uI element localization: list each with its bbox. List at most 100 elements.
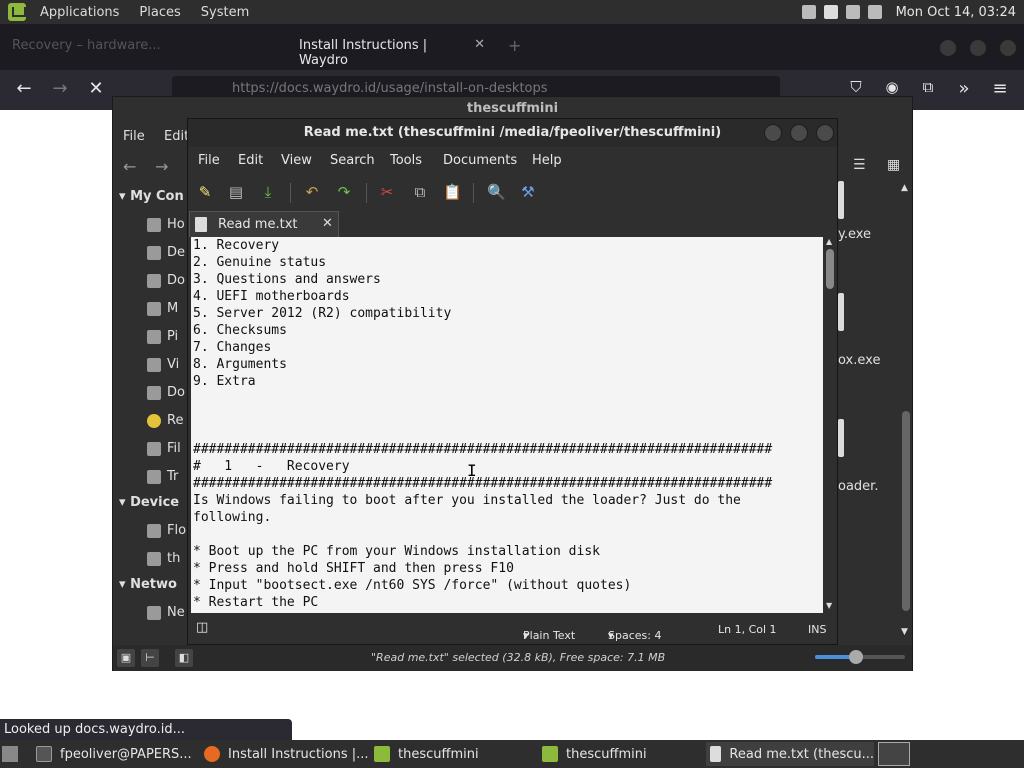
menu-applications[interactable]: Applications bbox=[32, 0, 131, 24]
open-icon[interactable]: ▤ bbox=[227, 183, 245, 201]
copy-icon[interactable]: ⧉ bbox=[411, 183, 429, 201]
sidebar-item-usb-drive[interactable]: th bbox=[147, 551, 180, 566]
text-area[interactable]: 1. Recovery 2. Genuine status 3. Questio… bbox=[191, 237, 823, 613]
hamburger-menu-icon[interactable]: ≡ bbox=[990, 78, 1010, 99]
zoom-slider-knob[interactable] bbox=[848, 650, 863, 664]
shield-icon[interactable] bbox=[845, 5, 860, 19]
file-icon[interactable] bbox=[838, 293, 844, 331]
hide-sidebar-icon[interactable]: ◧ bbox=[175, 649, 193, 667]
maximize-window-icon[interactable] bbox=[790, 124, 808, 142]
sidebar-item-videos[interactable]: Vi bbox=[147, 357, 179, 372]
side-panel-icon[interactable]: ◫ bbox=[196, 620, 208, 635]
sidebar-item-home[interactable]: Ho bbox=[147, 217, 185, 232]
volume-icon[interactable] bbox=[867, 5, 882, 19]
paste-icon[interactable]: 📋 bbox=[443, 183, 462, 201]
new-tab-icon[interactable]: + bbox=[508, 36, 521, 55]
menu-tools[interactable]: Tools bbox=[390, 153, 422, 168]
sidebar-item-desktop[interactable]: De bbox=[147, 245, 185, 260]
fm-menu-file[interactable]: File bbox=[123, 129, 145, 144]
scrollbar-thumb[interactable] bbox=[826, 249, 834, 289]
editor-scrollbar[interactable]: ▲ ▼ bbox=[823, 237, 837, 613]
file-icon[interactable] bbox=[838, 419, 844, 457]
account-icon[interactable]: ◉ bbox=[882, 78, 902, 96]
network-icon[interactable] bbox=[801, 5, 816, 19]
back-icon[interactable]: ← bbox=[14, 78, 34, 99]
file-manager-scrollbar[interactable]: ▲ ▼ bbox=[900, 183, 912, 643]
menu-file[interactable]: File bbox=[198, 153, 220, 168]
forward-icon[interactable]: → bbox=[155, 157, 168, 176]
document-tab[interactable]: Read me.txt ✕ bbox=[189, 211, 339, 237]
fm-menu-edit[interactable]: Edit bbox=[164, 129, 189, 144]
extensions-icon[interactable]: ⧉ bbox=[918, 78, 938, 96]
pocket-icon[interactable]: ⛉ bbox=[846, 78, 866, 96]
taskbar-item-text-editor[interactable]: Read me.txt (thescu... bbox=[706, 742, 874, 766]
sidebar-item-documents[interactable]: Do bbox=[147, 273, 185, 288]
music-folder-icon bbox=[147, 301, 161, 316]
sidebar-item-downloads[interactable]: Do bbox=[147, 385, 185, 400]
scroll-down-icon[interactable]: ▼ bbox=[826, 601, 832, 610]
show-tree-icon[interactable]: ⊢ bbox=[141, 649, 159, 667]
menu-documents[interactable]: Documents bbox=[443, 153, 517, 168]
taskbar-item-file-manager-1[interactable]: thescuffmini bbox=[374, 742, 534, 766]
cut-icon[interactable]: ✂ bbox=[378, 183, 396, 201]
back-icon[interactable]: ← bbox=[123, 157, 136, 176]
menu-edit[interactable]: Edit bbox=[238, 153, 263, 168]
forward-icon[interactable]: → bbox=[50, 78, 70, 99]
new-document-icon[interactable]: ✎ bbox=[196, 183, 214, 201]
scroll-up-icon[interactable]: ▲ bbox=[901, 183, 908, 193]
close-tab-icon[interactable]: ✕ bbox=[322, 216, 333, 231]
sidebar-item-music[interactable]: M bbox=[147, 301, 178, 316]
sidebar-section-my-computer[interactable]: ▾ My Con bbox=[119, 189, 184, 204]
sidebar-item-trash[interactable]: Tr bbox=[147, 469, 178, 484]
text-editor-icon bbox=[710, 746, 722, 762]
taskbar: fpeoliver@PAPERS... Install Instructions… bbox=[0, 740, 1024, 768]
close-tab-icon[interactable]: ✕ bbox=[474, 37, 485, 52]
menu-search[interactable]: Search bbox=[330, 153, 375, 168]
menu-help[interactable]: Help bbox=[532, 153, 562, 168]
find-icon[interactable]: 🔍 bbox=[487, 183, 506, 201]
show-places-icon[interactable]: ▣ bbox=[117, 649, 135, 667]
clock[interactable]: Mon Oct 14, 03:24 bbox=[896, 5, 1016, 20]
file-label[interactable]: oader. bbox=[838, 479, 878, 494]
close-window-icon[interactable] bbox=[816, 124, 834, 142]
file-label[interactable]: y.exe bbox=[838, 227, 871, 242]
sidebar-section-network[interactable]: ▾ Netwo bbox=[119, 577, 177, 592]
show-desktop-icon[interactable] bbox=[2, 746, 18, 762]
sidebar-item-pictures[interactable]: Pi bbox=[147, 329, 178, 344]
scrollbar-thumb[interactable] bbox=[902, 411, 910, 611]
sidebar-item-recent[interactable]: Re bbox=[147, 413, 183, 428]
menu-system[interactable]: System bbox=[193, 0, 261, 24]
minimize-window-icon[interactable] bbox=[940, 40, 956, 56]
sidebar-item-floppy[interactable]: Flo bbox=[147, 523, 186, 538]
mint-menu-icon[interactable] bbox=[8, 3, 26, 21]
folder-icon bbox=[374, 746, 390, 762]
zoom-slider[interactable] bbox=[815, 650, 905, 664]
sidebar-item-file-system[interactable]: Fil bbox=[147, 441, 181, 456]
sidebar-section-devices[interactable]: ▾ Device bbox=[119, 495, 179, 510]
list-view-icon[interactable]: ☰ bbox=[853, 157, 866, 173]
menu-view[interactable]: View bbox=[281, 153, 312, 168]
overflow-chevron-icon[interactable]: » bbox=[954, 78, 974, 99]
file-label[interactable]: ox.exe bbox=[838, 353, 880, 368]
stop-loading-icon[interactable]: ✕ bbox=[86, 78, 106, 99]
sidebar-item-network[interactable]: Ne bbox=[147, 605, 185, 620]
undo-icon[interactable]: ↶ bbox=[303, 183, 321, 201]
update-manager-icon[interactable] bbox=[823, 5, 838, 19]
close-window-icon[interactable] bbox=[1000, 40, 1016, 56]
taskbar-item-firefox[interactable]: Install Instructions |... bbox=[204, 742, 370, 766]
redo-icon[interactable]: ↷ bbox=[335, 183, 353, 201]
taskbar-item-file-manager-2[interactable]: thescuffmini bbox=[542, 742, 702, 766]
file-icon[interactable] bbox=[838, 181, 844, 219]
scroll-up-icon[interactable]: ▲ bbox=[826, 237, 832, 246]
workspace-switcher[interactable] bbox=[878, 742, 910, 766]
browser-tab-inactive[interactable]: Recovery – hardware... bbox=[0, 34, 270, 60]
taskbar-item-terminal[interactable]: fpeoliver@PAPERS... bbox=[36, 742, 196, 766]
save-icon[interactable]: ⤓ bbox=[259, 183, 277, 201]
find-replace-icon[interactable]: ⚒ bbox=[519, 183, 537, 201]
menu-places[interactable]: Places bbox=[131, 0, 192, 24]
scroll-down-icon[interactable]: ▼ bbox=[901, 627, 908, 637]
maximize-window-icon[interactable] bbox=[970, 40, 986, 56]
browser-tab-active[interactable]: Install Instructions | Waydro ✕ bbox=[275, 34, 495, 68]
compact-view-icon[interactable]: ▦ bbox=[887, 157, 900, 173]
minimize-window-icon[interactable] bbox=[764, 124, 782, 142]
